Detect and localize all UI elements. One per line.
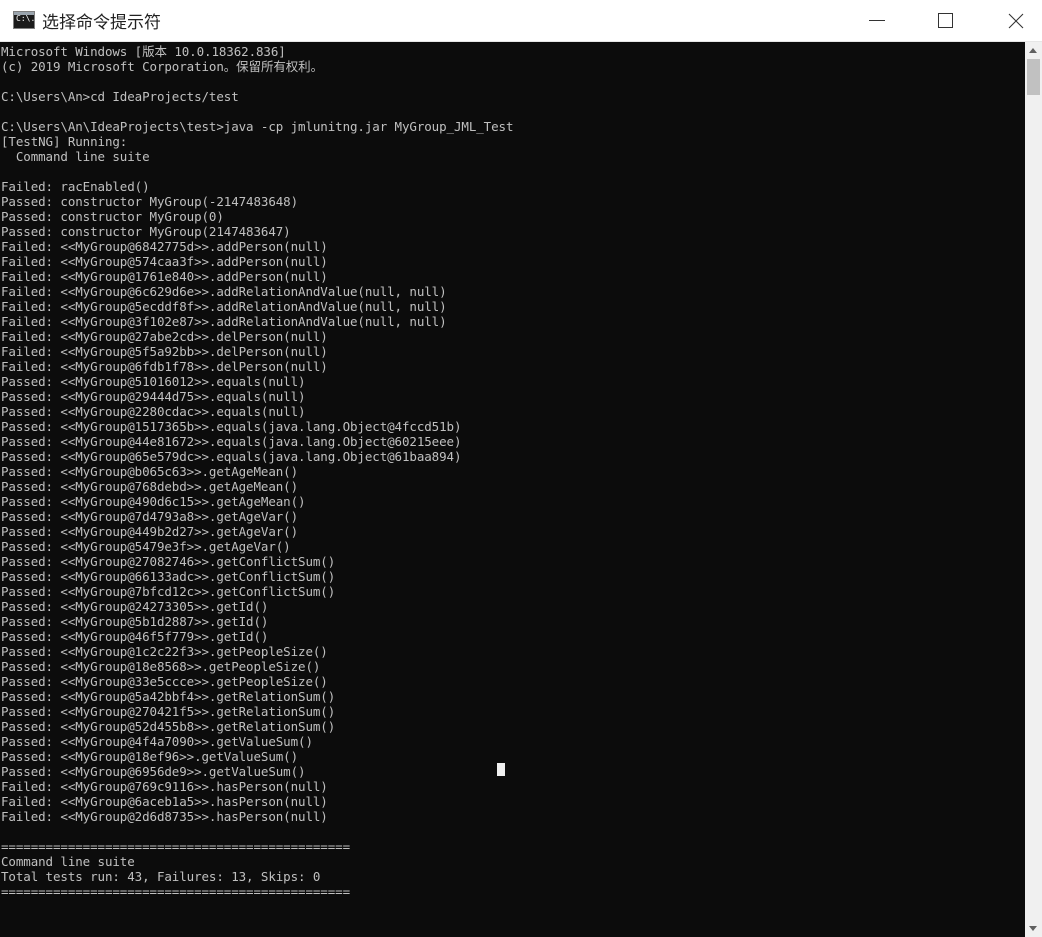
console-line: Passed: <<MyGroup@5b1d2887>>.getId() <box>1 614 269 629</box>
console-line: [TestNG] Running: <box>1 134 128 149</box>
console-line: Total tests run: 43, Failures: 13, Skips… <box>1 869 321 884</box>
console-line: Failed: <<MyGroup@1761e840>>.addPerson(n… <box>1 269 328 284</box>
console-line: C:\Users\An>cd IdeaProjects/test <box>1 89 239 104</box>
vertical-scrollbar[interactable] <box>1025 42 1042 937</box>
scroll-thumb[interactable] <box>1027 59 1040 95</box>
console-line: Passed: constructor MyGroup(0) <box>1 209 224 224</box>
console-line: Passed: <<MyGroup@33e5ccce>>.getPeopleSi… <box>1 674 328 689</box>
console-line: Passed: <<MyGroup@b065c63>>.getAgeMean() <box>1 464 299 479</box>
console-line: Failed: <<MyGroup@6842775d>>.addPerson(n… <box>1 239 328 254</box>
console-line: Failed: <<MyGroup@6fdb1f78>>.delPerson(n… <box>1 359 328 374</box>
console-line: Failed: <<MyGroup@27abe2cd>>.delPerson(n… <box>1 329 328 344</box>
console-line: Passed: <<MyGroup@44e81672>>.equals(java… <box>1 434 462 449</box>
console-line: Failed: <<MyGroup@2d6d8735>>.hasPerson(n… <box>1 809 328 824</box>
scroll-down-arrow-icon[interactable] <box>1025 920 1042 937</box>
console-line: Failed: <<MyGroup@769c9116>>.hasPerson(n… <box>1 779 328 794</box>
console-line: Passed: <<MyGroup@1c2c22f3>>.getPeopleSi… <box>1 644 328 659</box>
console-line: Passed: <<MyGroup@18e8568>>.getPeopleSiz… <box>1 659 321 674</box>
close-icon <box>1008 13 1024 29</box>
console-output-area[interactable]: Microsoft Windows [版本 10.0.18362.836] (c)… <box>0 42 1025 937</box>
console-line: Passed: <<MyGroup@4f4a7090>>.getValueSum… <box>1 734 313 749</box>
console-line: Failed: racEnabled() <box>1 179 150 194</box>
console-line: Passed: <<MyGroup@490d6c15>>.getAgeMean(… <box>1 494 306 509</box>
console-line: Passed: <<MyGroup@1517365b>>.equals(java… <box>1 419 462 434</box>
console-line: Command line suite <box>1 149 150 164</box>
console-line: Passed: <<MyGroup@24273305>>.getId() <box>1 599 269 614</box>
console-line: Passed: <<MyGroup@65e579dc>>.equals(java… <box>1 449 462 464</box>
console-line: Passed: <<MyGroup@7bfcd12c>>.getConflict… <box>1 584 336 599</box>
console-line: Passed: <<MyGroup@18ef96>>.getValueSum() <box>1 749 299 764</box>
console-line: Passed: <<MyGroup@6956de9>>.getValueSum(… <box>1 764 306 779</box>
console-line: Command line suite <box>1 854 135 869</box>
console-line: ========================================… <box>1 839 351 854</box>
console-line: Failed: <<MyGroup@5f5a92bb>>.delPerson(n… <box>1 344 328 359</box>
console-line: C:\Users\An\IdeaProjects\test>java -cp j… <box>1 119 514 134</box>
console-line: Passed: <<MyGroup@66133adc>>.getConflict… <box>1 569 336 584</box>
cmd-app-icon[interactable]: C:\. <box>13 11 35 29</box>
console-line: Passed: <<MyGroup@2280cdac>>.equals(null… <box>1 404 306 419</box>
minimize-button[interactable] <box>842 0 912 42</box>
console-line: Passed: constructor MyGroup(-2147483648) <box>1 194 299 209</box>
console-line: Failed: <<MyGroup@574caa3f>>.addPerson(n… <box>1 254 328 269</box>
console-line: Passed: <<MyGroup@46f5f779>>.getId() <box>1 629 269 644</box>
console-line: Passed: <<MyGroup@7d4793a8>>.getAgeVar() <box>1 509 299 524</box>
console-line: Passed: constructor MyGroup(2147483647) <box>1 224 291 239</box>
title-bar[interactable]: C:\. 选择命令提示符 <box>0 0 1042 42</box>
console-line: Microsoft Windows [版本 10.0.18362.836] <box>1 44 286 59</box>
command-prompt-window: C:\. 选择命令提示符 Microsoft Windows [版本 10.0.… <box>0 0 1042 937</box>
maximize-button[interactable] <box>910 0 980 42</box>
console-line: Passed: <<MyGroup@449b2d27>>.getAgeVar() <box>1 524 299 539</box>
console-text: Microsoft Windows [版本 10.0.18362.836] (c)… <box>1 44 513 899</box>
console-line: Passed: <<MyGroup@768debd>>.getAgeMean() <box>1 479 299 494</box>
console-line: Failed: <<MyGroup@6c629d6e>>.addRelation… <box>1 284 447 299</box>
console-line: Passed: <<MyGroup@27082746>>.getConflict… <box>1 554 336 569</box>
console-line: Passed: <<MyGroup@29444d75>>.equals(null… <box>1 389 306 404</box>
scroll-up-arrow-icon[interactable] <box>1025 42 1042 59</box>
text-cursor <box>497 763 505 776</box>
console-line: Failed: <<MyGroup@3f102e87>>.addRelation… <box>1 314 447 329</box>
console-line: Failed: <<MyGroup@5ecddf8f>>.addRelation… <box>1 299 447 314</box>
window-title: 选择命令提示符 <box>42 13 161 33</box>
console-line: Passed: <<MyGroup@5479e3f>>.getAgeVar() <box>1 539 291 554</box>
close-button[interactable] <box>980 0 1042 42</box>
console-line: (c) 2019 Microsoft Corporation。保留所有权利。 <box>1 59 323 74</box>
console-line: Failed: <<MyGroup@6aceb1a5>>.hasPerson(n… <box>1 794 328 809</box>
console-line: Passed: <<MyGroup@5a42bbf4>>.getRelation… <box>1 689 336 704</box>
console-line: Passed: <<MyGroup@52d455b8>>.getRelation… <box>1 719 336 734</box>
console-line: Passed: <<MyGroup@270421f5>>.getRelation… <box>1 704 336 719</box>
console-line: Passed: <<MyGroup@51016012>>.equals(null… <box>1 374 306 389</box>
console-line: ========================================… <box>1 884 351 899</box>
